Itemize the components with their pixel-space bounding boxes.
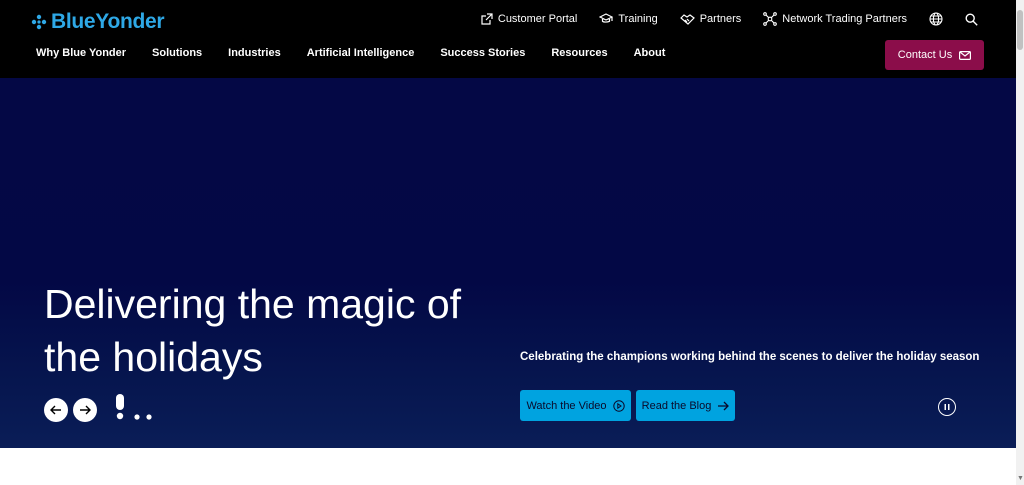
external-link-icon xyxy=(481,13,493,25)
nav-about[interactable]: About xyxy=(634,47,666,59)
nav-success-stories[interactable]: Success Stories xyxy=(440,47,525,59)
hero-banner: Delivering the magic of the holidays Cel… xyxy=(0,78,1016,448)
read-blog-label: Read the Blog xyxy=(641,399,712,412)
arrow-right-icon xyxy=(80,405,91,415)
pause-icon xyxy=(944,404,950,410)
blue-yonder-logo-icon xyxy=(31,14,47,30)
top-header: BlueYonder Customer Portal Training Part… xyxy=(0,0,1016,78)
scroll-down-arrow-icon[interactable]: ▼ xyxy=(1017,475,1024,482)
mail-icon xyxy=(959,50,972,60)
search-icon xyxy=(965,12,978,26)
watch-video-button[interactable]: Watch the Video xyxy=(520,390,631,421)
nav-resources[interactable]: Resources xyxy=(551,47,607,59)
watch-video-label: Watch the Video xyxy=(526,399,607,412)
globe-icon xyxy=(929,12,943,26)
training-link[interactable]: Training xyxy=(599,13,658,25)
customer-portal-link[interactable]: Customer Portal xyxy=(481,13,577,25)
network-trading-partners-label: Network Trading Partners xyxy=(782,13,907,25)
nav-solutions[interactable]: Solutions xyxy=(152,47,202,59)
contact-us-label: Contact Us xyxy=(897,49,953,61)
network-icon xyxy=(763,12,778,26)
arrow-right-icon xyxy=(718,401,730,410)
hero-title: Delivering the magic of the holidays xyxy=(44,281,462,380)
nav-why-blue-yonder[interactable]: Why Blue Yonder xyxy=(36,47,126,59)
main-nav: Why Blue Yonder Solutions Industries Art… xyxy=(36,47,691,59)
play-icon xyxy=(612,399,625,412)
nav-artificial-intelligence[interactable]: Artificial Intelligence xyxy=(307,47,415,59)
contact-us-button[interactable]: Contact Us xyxy=(885,40,984,70)
logo[interactable]: BlueYonder xyxy=(31,10,165,34)
partners-label: Partners xyxy=(699,13,742,25)
logo-text: BlueYonder xyxy=(51,10,165,33)
arrow-left-icon xyxy=(50,405,61,415)
customer-portal-label: Customer Portal xyxy=(497,13,578,25)
search-button[interactable] xyxy=(965,12,978,26)
slide-indicator-dots[interactable] xyxy=(115,393,155,423)
handshake-icon xyxy=(679,14,695,25)
network-trading-partners-link[interactable]: Network Trading Partners xyxy=(763,12,907,26)
nav-industries[interactable]: Industries xyxy=(228,47,281,59)
graduation-cap-icon xyxy=(599,13,614,23)
previous-slide-button[interactable] xyxy=(44,398,68,422)
language-button[interactable] xyxy=(929,12,943,26)
scrollbar-thumb[interactable] xyxy=(1017,10,1023,50)
next-slide-button[interactable] xyxy=(73,398,97,422)
pause-button[interactable] xyxy=(938,398,956,416)
utility-nav: Customer Portal Training Partners Networ… xyxy=(459,12,978,26)
page-scrollbar[interactable]: ▼ xyxy=(1016,0,1024,485)
hero-subtitle: Celebrating the champions working behind… xyxy=(520,351,980,363)
training-label: Training xyxy=(618,13,658,25)
partners-link[interactable]: Partners xyxy=(679,13,742,25)
read-blog-button[interactable]: Read the Blog xyxy=(636,390,735,421)
